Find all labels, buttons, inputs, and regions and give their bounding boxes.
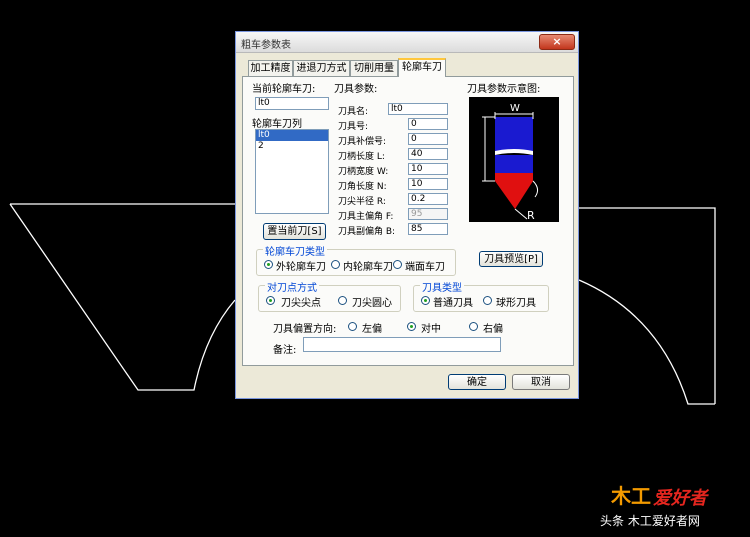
option-label: 普通刀具 bbox=[433, 298, 473, 309]
list-item[interactable]: 2 bbox=[256, 141, 328, 152]
outer-tool-radio[interactable] bbox=[264, 260, 273, 269]
current-tool-field[interactable]: lt0 bbox=[255, 97, 329, 110]
contour-tool-panel: 当前轮廓车刀: lt0 轮廓车刀列 lt0 2 置当前刀[S] 刀具参数: 刀具… bbox=[242, 76, 574, 366]
watermark-brand-a: 木工 bbox=[611, 484, 651, 508]
tab-precision[interactable]: 加工精度 bbox=[248, 60, 293, 76]
corner-length-field[interactable]: 10 bbox=[408, 178, 448, 190]
param-label: 刀柄宽度 W: bbox=[338, 167, 389, 177]
tip-center-radio[interactable] bbox=[338, 296, 347, 305]
tool-diagram: W R bbox=[469, 97, 559, 222]
param-label: 刀角长度 N: bbox=[338, 182, 387, 192]
option-label: 刀尖尖点 bbox=[281, 298, 321, 309]
shank-length-field[interactable]: 40 bbox=[408, 148, 448, 160]
param-label: 刀具号: bbox=[338, 122, 369, 132]
offset-center-radio[interactable] bbox=[407, 322, 416, 331]
tool-listbox[interactable]: lt0 2 bbox=[255, 129, 329, 214]
param-label: 刀具补偿号: bbox=[338, 137, 387, 147]
remark-input[interactable] bbox=[303, 337, 501, 352]
rough-turning-params-dialog: 粗车参数表 × 加工精度 进退刀方式 切削用量 轮廓车刀 当前轮廓车刀: lt0… bbox=[235, 31, 579, 399]
list-item[interactable]: lt0 bbox=[256, 130, 328, 141]
option-label: 端面车刀 bbox=[405, 262, 445, 273]
diagram-r-label: R bbox=[527, 209, 535, 222]
group-title: 刀具类型 bbox=[420, 279, 464, 294]
param-label: 刀柄长度 L: bbox=[338, 152, 385, 162]
tool-comp-field[interactable]: 0 bbox=[408, 133, 448, 145]
minor-angle-field[interactable]: 85 bbox=[408, 223, 448, 235]
option-label: 内轮廓车刀 bbox=[343, 262, 393, 273]
option-label: 刀尖圆心 bbox=[352, 298, 392, 309]
diagram-w-label: W bbox=[510, 103, 520, 114]
normal-cutter-radio[interactable] bbox=[421, 296, 430, 305]
close-button[interactable]: × bbox=[539, 34, 575, 50]
shank-width-field[interactable]: 10 bbox=[408, 163, 448, 175]
left-profile-line bbox=[9, 203, 236, 391]
param-label: 刀具副偏角 B: bbox=[338, 227, 396, 237]
param-label: 刀具主偏角 F: bbox=[338, 212, 394, 222]
tool-number-field[interactable]: 0 bbox=[408, 118, 448, 130]
ball-cutter-radio[interactable] bbox=[483, 296, 492, 305]
set-current-tool-button[interactable]: 置当前刀[S] bbox=[263, 223, 326, 240]
cancel-button[interactable]: 取消 bbox=[512, 374, 570, 390]
tool-point-group: 对刀点方式 刀尖尖点 刀尖圆心 bbox=[258, 279, 401, 312]
group-title: 对刀点方式 bbox=[265, 279, 319, 294]
dialog-title: 粗车参数表 bbox=[241, 40, 291, 51]
offset-direction-label: 刀具偏置方向: bbox=[273, 324, 337, 335]
tool-name-field[interactable]: lt0 bbox=[388, 103, 448, 115]
main-angle-field: 95 bbox=[408, 208, 448, 220]
option-label: 右偏 bbox=[483, 324, 503, 335]
tool-type-group: 轮廓车刀类型 外轮廓车刀 内轮廓车刀 端面车刀 bbox=[256, 243, 456, 276]
inner-tool-radio[interactable] bbox=[331, 260, 340, 269]
tool-list-label: 轮廓车刀列 bbox=[252, 119, 302, 130]
option-label: 球形刀具 bbox=[496, 298, 536, 309]
param-label: 刀具名: bbox=[338, 107, 369, 117]
option-label: 外轮廓车刀 bbox=[276, 262, 326, 273]
group-title: 轮廓车刀类型 bbox=[263, 243, 327, 258]
current-tool-label: 当前轮廓车刀: bbox=[252, 84, 316, 95]
param-label: 刀尖半径 R: bbox=[338, 197, 386, 207]
tab-cutting-amount[interactable]: 切削用量 bbox=[350, 60, 398, 76]
option-label: 左偏 bbox=[362, 324, 382, 335]
tip-point-radio[interactable] bbox=[266, 296, 275, 305]
remark-label: 备注: bbox=[273, 345, 297, 356]
tool-preview-button[interactable]: 刀具预览[P] bbox=[479, 251, 543, 267]
tool-params-label: 刀具参数: bbox=[334, 84, 378, 95]
watermark-brand-b: 爱好者 bbox=[653, 488, 707, 509]
title-bar: 粗车参数表 × bbox=[236, 32, 578, 53]
right-profile-line bbox=[578, 207, 716, 405]
tab-contour-tool[interactable]: 轮廓车刀 bbox=[398, 58, 446, 77]
cutter-type-group: 刀具类型 普通刀具 球形刀具 bbox=[413, 279, 549, 312]
option-label: 对中 bbox=[421, 324, 441, 335]
ok-button[interactable]: 确定 bbox=[448, 374, 506, 390]
nose-radius-field[interactable]: 0.2 bbox=[408, 193, 448, 205]
offset-right-radio[interactable] bbox=[469, 322, 478, 331]
offset-left-radio[interactable] bbox=[348, 322, 357, 331]
watermark-caption: 头条 木工爱好者网 bbox=[600, 514, 700, 528]
tab-approach[interactable]: 进退刀方式 bbox=[293, 60, 350, 76]
face-tool-radio[interactable] bbox=[393, 260, 402, 269]
diagram-label: 刀具参数示意图: bbox=[467, 84, 541, 95]
